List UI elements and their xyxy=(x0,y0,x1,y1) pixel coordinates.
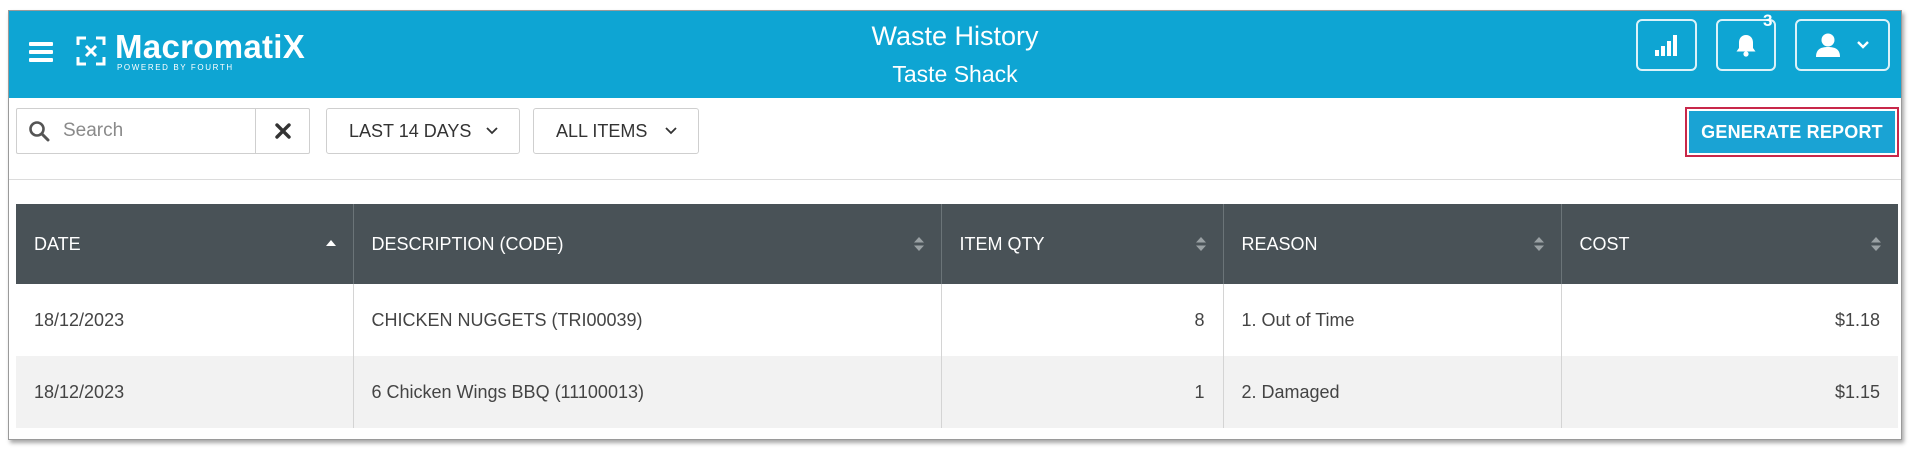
column-header-item-qty[interactable]: ITEM QTY xyxy=(941,204,1224,284)
close-icon xyxy=(274,123,291,139)
cell-reason: 1. Out of Time xyxy=(1223,284,1562,356)
column-header-description[interactable]: DESCRIPTION (CODE) xyxy=(353,204,942,284)
sort-icon xyxy=(1533,237,1544,251)
bar-chart-icon xyxy=(1654,35,1677,56)
table-row[interactable]: 18/12/2023 CHICKEN NUGGETS (TRI00039) 8 … xyxy=(16,284,1898,356)
column-header-date[interactable]: DATE xyxy=(16,204,354,284)
item-filter-dropdown[interactable]: ALL ITEMS xyxy=(533,108,699,154)
page-subtitle: Taste Shack xyxy=(892,61,1018,87)
cell-date: 18/12/2023 xyxy=(16,284,354,356)
sort-icon xyxy=(913,237,924,251)
date-range-dropdown[interactable]: LAST 14 DAYS xyxy=(326,108,520,154)
sort-icon xyxy=(1195,237,1206,251)
chevron-down-icon xyxy=(486,127,498,135)
date-range-label: LAST 14 DAYS xyxy=(349,120,472,141)
column-header-reason[interactable]: REASON xyxy=(1223,204,1562,284)
cell-description: 6 Chicken Wings BBQ (11100013) xyxy=(353,356,942,428)
clear-search-button[interactable] xyxy=(255,109,309,153)
user-menu-button[interactable] xyxy=(1795,19,1890,71)
search-box xyxy=(16,108,310,154)
table-header-row: DATE DESCRIPTION (CODE) ITEM QTY REASON … xyxy=(16,204,1898,284)
cell-item-qty: 1 xyxy=(941,356,1224,428)
cell-date: 18/12/2023 xyxy=(16,356,354,428)
cell-cost: $1.15 xyxy=(1561,356,1898,428)
sort-icon xyxy=(1871,237,1881,251)
chevron-down-icon xyxy=(1857,41,1870,49)
divider xyxy=(9,179,1901,180)
search-icon xyxy=(17,109,61,153)
page-title: Waste History xyxy=(871,21,1039,51)
cell-reason: 2. Damaged xyxy=(1223,356,1562,428)
bell-icon xyxy=(1736,35,1756,57)
generate-report-label: GENERATE REPORT xyxy=(1689,111,1895,153)
top-header: MacromatiX POWERED BY FOURTH Waste Histo… xyxy=(9,11,1901,98)
cell-description: CHICKEN NUGGETS (TRI00039) xyxy=(353,284,942,356)
table-row[interactable]: 18/12/2023 6 Chicken Wings BBQ (11100013… xyxy=(16,356,1898,428)
search-input[interactable] xyxy=(61,109,255,153)
user-icon xyxy=(1815,33,1840,57)
cell-cost: $1.18 xyxy=(1834,309,1880,330)
reports-button[interactable] xyxy=(1636,19,1697,71)
sort-ascending-icon xyxy=(325,240,336,246)
waste-history-table: DATE DESCRIPTION (CODE) ITEM QTY REASON … xyxy=(16,204,1898,428)
cell-item-qty: 8 xyxy=(941,284,1224,356)
column-header-cost[interactable]: COST xyxy=(1561,204,1898,284)
app-frame: MacromatiX POWERED BY FOURTH Waste Histo… xyxy=(8,10,1902,440)
chevron-down-icon xyxy=(665,127,677,135)
item-filter-label: ALL ITEMS xyxy=(556,120,648,141)
generate-report-button[interactable]: GENERATE REPORT xyxy=(1685,107,1899,157)
notification-count-badge: 3 xyxy=(1763,11,1773,30)
